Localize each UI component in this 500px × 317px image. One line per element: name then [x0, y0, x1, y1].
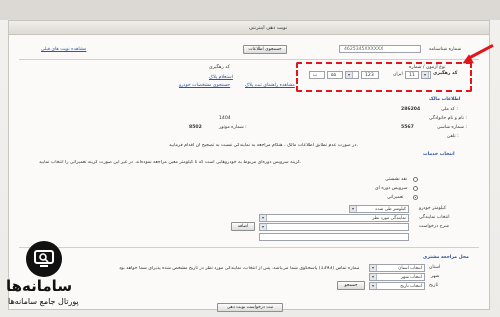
- city-label: شهر: [431, 274, 440, 279]
- radio-periodic-service[interactable]: [413, 186, 418, 191]
- vehicle-search-link[interactable]: جستجوی مشخصات خودرو: [179, 83, 230, 88]
- owner-id-label: کد ملی :: [441, 107, 458, 112]
- date-label: تاریخ: [429, 283, 439, 288]
- agency-select[interactable]: ▾ نمایندگی مورد نظر: [259, 214, 409, 222]
- plate-inquiry-link[interactable]: استعلام پلاک: [209, 75, 233, 80]
- chevron-down-icon: ▾: [350, 206, 357, 212]
- mileage-select[interactable]: ▾ کیلومتر طی شده: [349, 205, 409, 213]
- city-select[interactable]: ▾ انتخاب شهر: [369, 273, 425, 281]
- owner-name-value: 1404: [219, 116, 231, 121]
- national-code-input[interactable]: 4625345XXXXXX: [339, 45, 421, 53]
- mileage-label: کیلومتر خودرو: [419, 206, 447, 211]
- owner-notice: در صورت عدم تطابق اطلاعات مالک ، هنگام م…: [169, 143, 358, 148]
- previous-appointments-link[interactable]: مشاهده نوبت های قبلی: [41, 47, 86, 52]
- chevron-down-icon: ▾: [370, 265, 377, 271]
- chevron-down-icon: ▾: [260, 224, 267, 230]
- search-appointments-button[interactable]: جستجو: [337, 281, 365, 290]
- window-title: نوبت دهی اینترنتی: [249, 25, 288, 31]
- browser-top-band: [0, 0, 500, 20]
- code-label: کد رهگیری: [209, 65, 230, 70]
- national-code-label: شماره شناسنامه: [429, 47, 462, 52]
- service-description: گزینه سرویس دوره‌ای مربوط به خودروهایی ا…: [39, 160, 302, 165]
- request-desc-textarea[interactable]: [259, 233, 409, 241]
- owner-section-title: اطلاعات مالک: [429, 97, 461, 102]
- brand-watermark: سامانه‌ها پورتال جامع سامانه‌ها: [0, 233, 110, 317]
- owner-name-label: نام و نام خانوادگی :: [429, 116, 467, 121]
- national-code-value: 4625345XXXXXX: [344, 47, 384, 52]
- submit-appointment-button[interactable]: ثبت درخواست نوبت دهی: [217, 303, 283, 312]
- phone-label: تلفن :: [447, 134, 459, 139]
- radio-repair-label: تعمیراتی: [387, 195, 404, 200]
- chassis-value: 5567: [401, 125, 414, 130]
- date-select[interactable]: ▾ انتخاب تاریخ: [369, 282, 425, 290]
- owner-id-value: 286204: [401, 107, 421, 112]
- service-section-title: انتخاب خدمات: [423, 152, 455, 157]
- page-background: نوبت دهی اینترنتی مشاهده نوبت های قبلی ش…: [0, 0, 500, 317]
- radio-periodic-service-label: سرویس دوره ای: [375, 186, 408, 191]
- motor-value: 8502: [189, 125, 202, 130]
- add-button[interactable]: اضافه: [231, 222, 255, 231]
- chassis-label: شماره شاسی :: [437, 125, 467, 130]
- request-desc-label: شرح درخواست: [419, 224, 449, 229]
- separator: [19, 59, 479, 60]
- brand-logo-icon: [26, 241, 62, 277]
- request-desc-select[interactable]: ▾: [259, 223, 409, 231]
- agency-label: انتخاب نمایندگی: [419, 215, 450, 220]
- highlight-box: [296, 62, 472, 92]
- brand-tagline: پورتال جامع سامانه‌ها: [8, 297, 79, 306]
- motor-label: شماره موتور :: [219, 125, 247, 130]
- appointment-footer-note: جهت ارائه خدمات به مشتریان گرامی شماره ت…: [119, 266, 359, 271]
- chevron-down-icon: ▾: [370, 274, 377, 280]
- chevron-down-icon: ▾: [370, 283, 377, 289]
- location-section-title: محل مراجعه مشتری: [423, 255, 469, 260]
- search-info-button[interactable]: جستجوی اطلاعات: [243, 45, 287, 54]
- plate-help-link[interactable]: مشاهده راهنمای ثبت پلاک: [245, 83, 295, 88]
- radio-repair[interactable]: [413, 195, 418, 200]
- window-title-bar: نوبت دهی اینترنتی: [9, 21, 489, 35]
- radio-leak-label: نقد نشستی: [385, 177, 408, 182]
- province-label: استان: [429, 265, 441, 270]
- chevron-down-icon: ▾: [260, 215, 267, 221]
- province-select[interactable]: ▾ انتخاب استان: [369, 264, 425, 272]
- brand-name: سامانه‌ها: [6, 277, 73, 295]
- radio-leak[interactable]: [413, 177, 418, 182]
